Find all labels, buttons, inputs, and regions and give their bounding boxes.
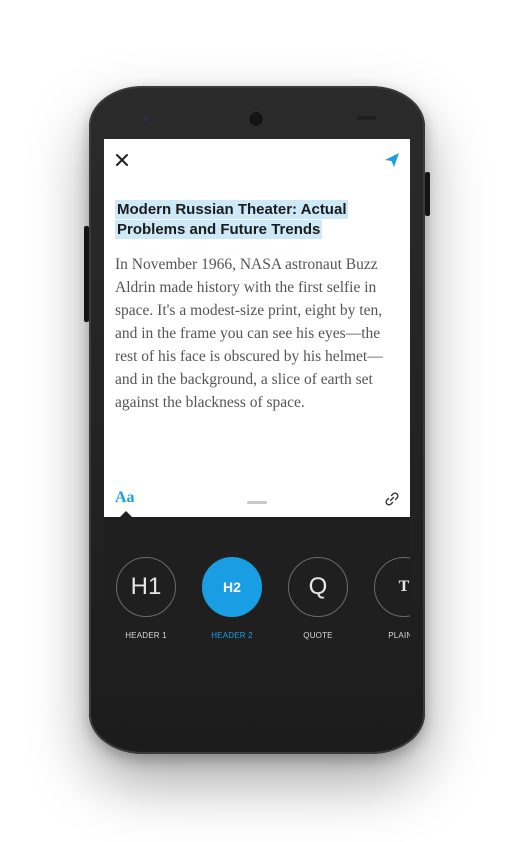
- style-option-header-1[interactable]: H1 HEADER 1: [111, 557, 181, 640]
- send-icon: [385, 153, 399, 167]
- close-icon: [116, 154, 128, 166]
- plain-text-label: PLAIN T: [388, 631, 410, 640]
- panel-drag-handle[interactable]: [247, 501, 267, 504]
- send-button[interactable]: [383, 151, 401, 169]
- style-option-header-2[interactable]: H2 HEADER 2: [197, 557, 267, 640]
- close-button[interactable]: [113, 151, 131, 169]
- header-2-label: HEADER 2: [211, 631, 253, 640]
- quote-circle: Q: [288, 557, 348, 617]
- plain-text-circle: T: [374, 557, 410, 617]
- style-option-quote[interactable]: Q QUOTE: [283, 557, 353, 640]
- header-1-label: HEADER 1: [125, 631, 167, 640]
- font-style-button[interactable]: Aa: [115, 489, 135, 507]
- quote-label: QUOTE: [303, 631, 333, 640]
- document-body[interactable]: In November 1966, NASA astronaut Buzz Al…: [115, 253, 397, 414]
- header-1-circle: H1: [116, 557, 176, 617]
- speaker-grille: [357, 116, 377, 120]
- style-option-plain-text[interactable]: T PLAIN T: [369, 557, 410, 640]
- power-button: [425, 172, 430, 216]
- volume-button: [84, 226, 89, 322]
- document-title[interactable]: Modern Russian Theater: Actual Problems …: [115, 200, 355, 240]
- proximity-sensor: [143, 116, 149, 122]
- link-button[interactable]: [384, 491, 400, 507]
- front-camera: [247, 110, 265, 128]
- editor-toolbar: Aa: [104, 485, 410, 517]
- editor-screen: Modern Russian Theater: Actual Problems …: [104, 139, 410, 682]
- header-2-circle: H2: [202, 557, 262, 617]
- text-style-panel: H1 HEADER 1 H2 HEADER 2 Q QUOTE T PLAIN …: [104, 511, 410, 682]
- link-icon: [385, 492, 399, 506]
- document-title-text: Modern Russian Theater: Actual Problems …: [115, 200, 349, 239]
- panel-pointer: [120, 511, 132, 517]
